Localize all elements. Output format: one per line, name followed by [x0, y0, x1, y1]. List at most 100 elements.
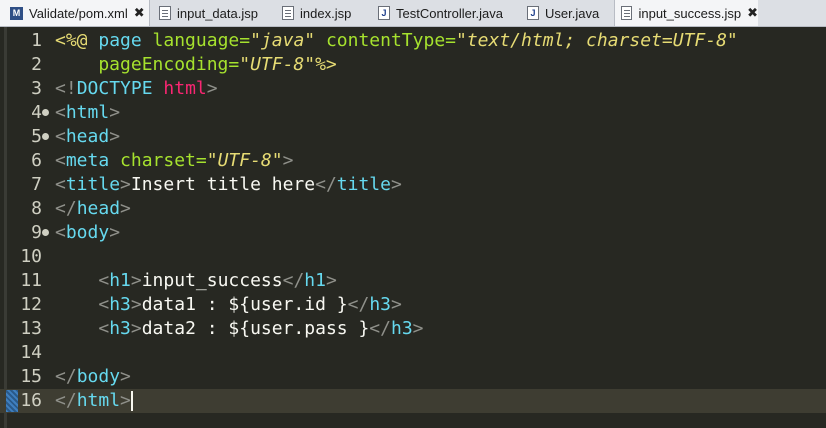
code-text: <head>: [55, 125, 120, 149]
code-token: </: [55, 390, 77, 411]
code-text: <%@ page language="java" contentType="te…: [55, 29, 738, 53]
line-number: 13: [20, 318, 42, 339]
code-token: >: [109, 102, 121, 123]
tab-label: TestController.java: [396, 5, 503, 21]
code-line[interactable]: 11 <h1>input_success</h1>: [0, 269, 826, 293]
code-line[interactable]: 2 pageEncoding="UTF-8"%>: [0, 53, 826, 77]
code-line[interactable]: 14: [0, 341, 826, 365]
code-line[interactable]: 9 <body>: [0, 221, 826, 245]
jsp-file-icon: [621, 6, 633, 20]
close-icon[interactable]: ✖: [134, 6, 145, 21]
code-line[interactable]: 15 </body>: [0, 365, 826, 389]
code-token: <: [55, 318, 110, 339]
code-token: h3: [109, 318, 131, 339]
code-text: <meta charset="UTF-8">: [55, 149, 293, 173]
code-line[interactable]: 10: [0, 245, 826, 269]
code-token: >: [120, 198, 131, 219]
code-token: >: [390, 174, 402, 195]
code-token: charset=: [120, 150, 207, 171]
code-token: "text/html; charset=UTF-8": [456, 30, 738, 51]
code-line[interactable]: 7 <title>Insert title here</title>: [0, 173, 826, 197]
code-line[interactable]: 1 <%@ page language="java" contentType="t…: [0, 29, 826, 53]
code-token: >: [120, 366, 131, 387]
tab-label: input_success.jsp: [638, 5, 742, 21]
code-line[interactable]: 4 <html>: [0, 101, 826, 125]
code-token: body: [76, 366, 121, 387]
code-token: >: [206, 78, 218, 99]
code-line[interactable]: 5 <head>: [0, 125, 826, 149]
tab-index-jsp[interactable]: index.jsp: [280, 0, 370, 26]
tab-testcontroller-java[interactable]: J TestController.java: [376, 0, 514, 26]
line-number: 5: [31, 126, 42, 147]
code-token: html: [76, 390, 121, 411]
code-token: "UTF-8": [206, 150, 283, 171]
code-token: <: [55, 222, 66, 243]
code-token: </: [315, 174, 337, 195]
line-number: 7: [31, 174, 42, 195]
code-token: </: [347, 294, 370, 315]
jsp-file-icon: [282, 6, 294, 20]
line-number: 8: [31, 198, 42, 219]
close-icon[interactable]: ✖: [747, 6, 758, 21]
code-text: </body>: [55, 365, 131, 389]
code-token: meta: [65, 150, 121, 171]
code-token: "UTF-8": [239, 54, 316, 75]
text-caret: [130, 391, 133, 411]
code-token: language=: [152, 30, 251, 51]
code-token: "java": [250, 30, 326, 51]
code-token: <: [55, 126, 66, 147]
code-text: <h3>data2 : ${user.pass }</h3>: [55, 317, 423, 341]
code-token: >: [391, 294, 402, 315]
fold-toggle-icon[interactable]: [42, 133, 49, 140]
line-number: 10: [20, 246, 42, 267]
code-text: <!DOCTYPE html>: [55, 77, 218, 101]
code-token: body: [65, 222, 110, 243]
code-line[interactable]: 13 <h3>data2 : ${user.pass }</h3>: [0, 317, 826, 341]
code-token: <%@: [55, 30, 99, 51]
code-token: >: [130, 270, 142, 291]
line-number: 9: [31, 222, 42, 243]
java-file-icon: J: [527, 6, 539, 20]
code-line[interactable]: 3 <!DOCTYPE html>: [0, 77, 826, 101]
tab-input-success-jsp[interactable]: input_success.jsp ✖: [614, 0, 758, 26]
code-text: </head>: [55, 197, 131, 221]
code-line[interactable]: 12 <h3>data1 : ${user.id }</h3>: [0, 293, 826, 317]
code-token: </: [55, 198, 77, 219]
tab-label: input_data.jsp: [177, 5, 258, 21]
code-token: </: [369, 318, 391, 339]
fold-toggle-icon[interactable]: [42, 109, 49, 116]
code-line[interactable]: 6 <meta charset="UTF-8">: [0, 149, 826, 173]
code-token: h3: [369, 294, 391, 315]
code-line[interactable]: 8 </head>: [0, 197, 826, 221]
code-line[interactable]: 16 </html>: [0, 389, 826, 413]
code-token: <: [55, 294, 110, 315]
code-token: pageEncoding=: [55, 54, 240, 75]
code-token: h3: [109, 294, 131, 315]
code-token: head: [76, 198, 121, 219]
code-token: html: [163, 78, 207, 99]
code-token: page: [98, 30, 153, 51]
code-text: <body>: [55, 221, 120, 245]
code-token: >: [130, 318, 142, 339]
code-text: <title>Insert title here</title>: [55, 173, 402, 197]
code-token: h1: [304, 270, 326, 291]
code-token: <: [55, 174, 66, 195]
fold-toggle-icon[interactable]: [42, 229, 49, 236]
tab-label: User.java: [545, 5, 600, 21]
code-token: >: [120, 390, 131, 411]
editor-tab-bar: M Validate/pom.xml ✖ input_data.jsp inde…: [0, 0, 826, 27]
code-editor[interactable]: 1 <%@ page language="java" contentType="t…: [0, 27, 826, 428]
tab-input-data-jsp[interactable]: input_data.jsp: [155, 0, 273, 26]
code-token: >: [109, 222, 121, 243]
tab-pom-xml[interactable]: M Validate/pom.xml ✖: [0, 0, 150, 26]
jsp-file-icon: [159, 6, 171, 20]
code-token: >: [120, 174, 131, 195]
code-text: <h3>data1 : ${user.id }</h3>: [55, 293, 402, 317]
code-text: <html>: [55, 101, 120, 125]
code-token: <!: [55, 78, 77, 99]
code-token: contentType=: [325, 30, 456, 51]
code-token: </: [55, 366, 77, 387]
tab-user-java[interactable]: J User.java: [525, 0, 615, 26]
line-number: 1: [31, 30, 42, 51]
line-number: 2: [31, 54, 42, 75]
